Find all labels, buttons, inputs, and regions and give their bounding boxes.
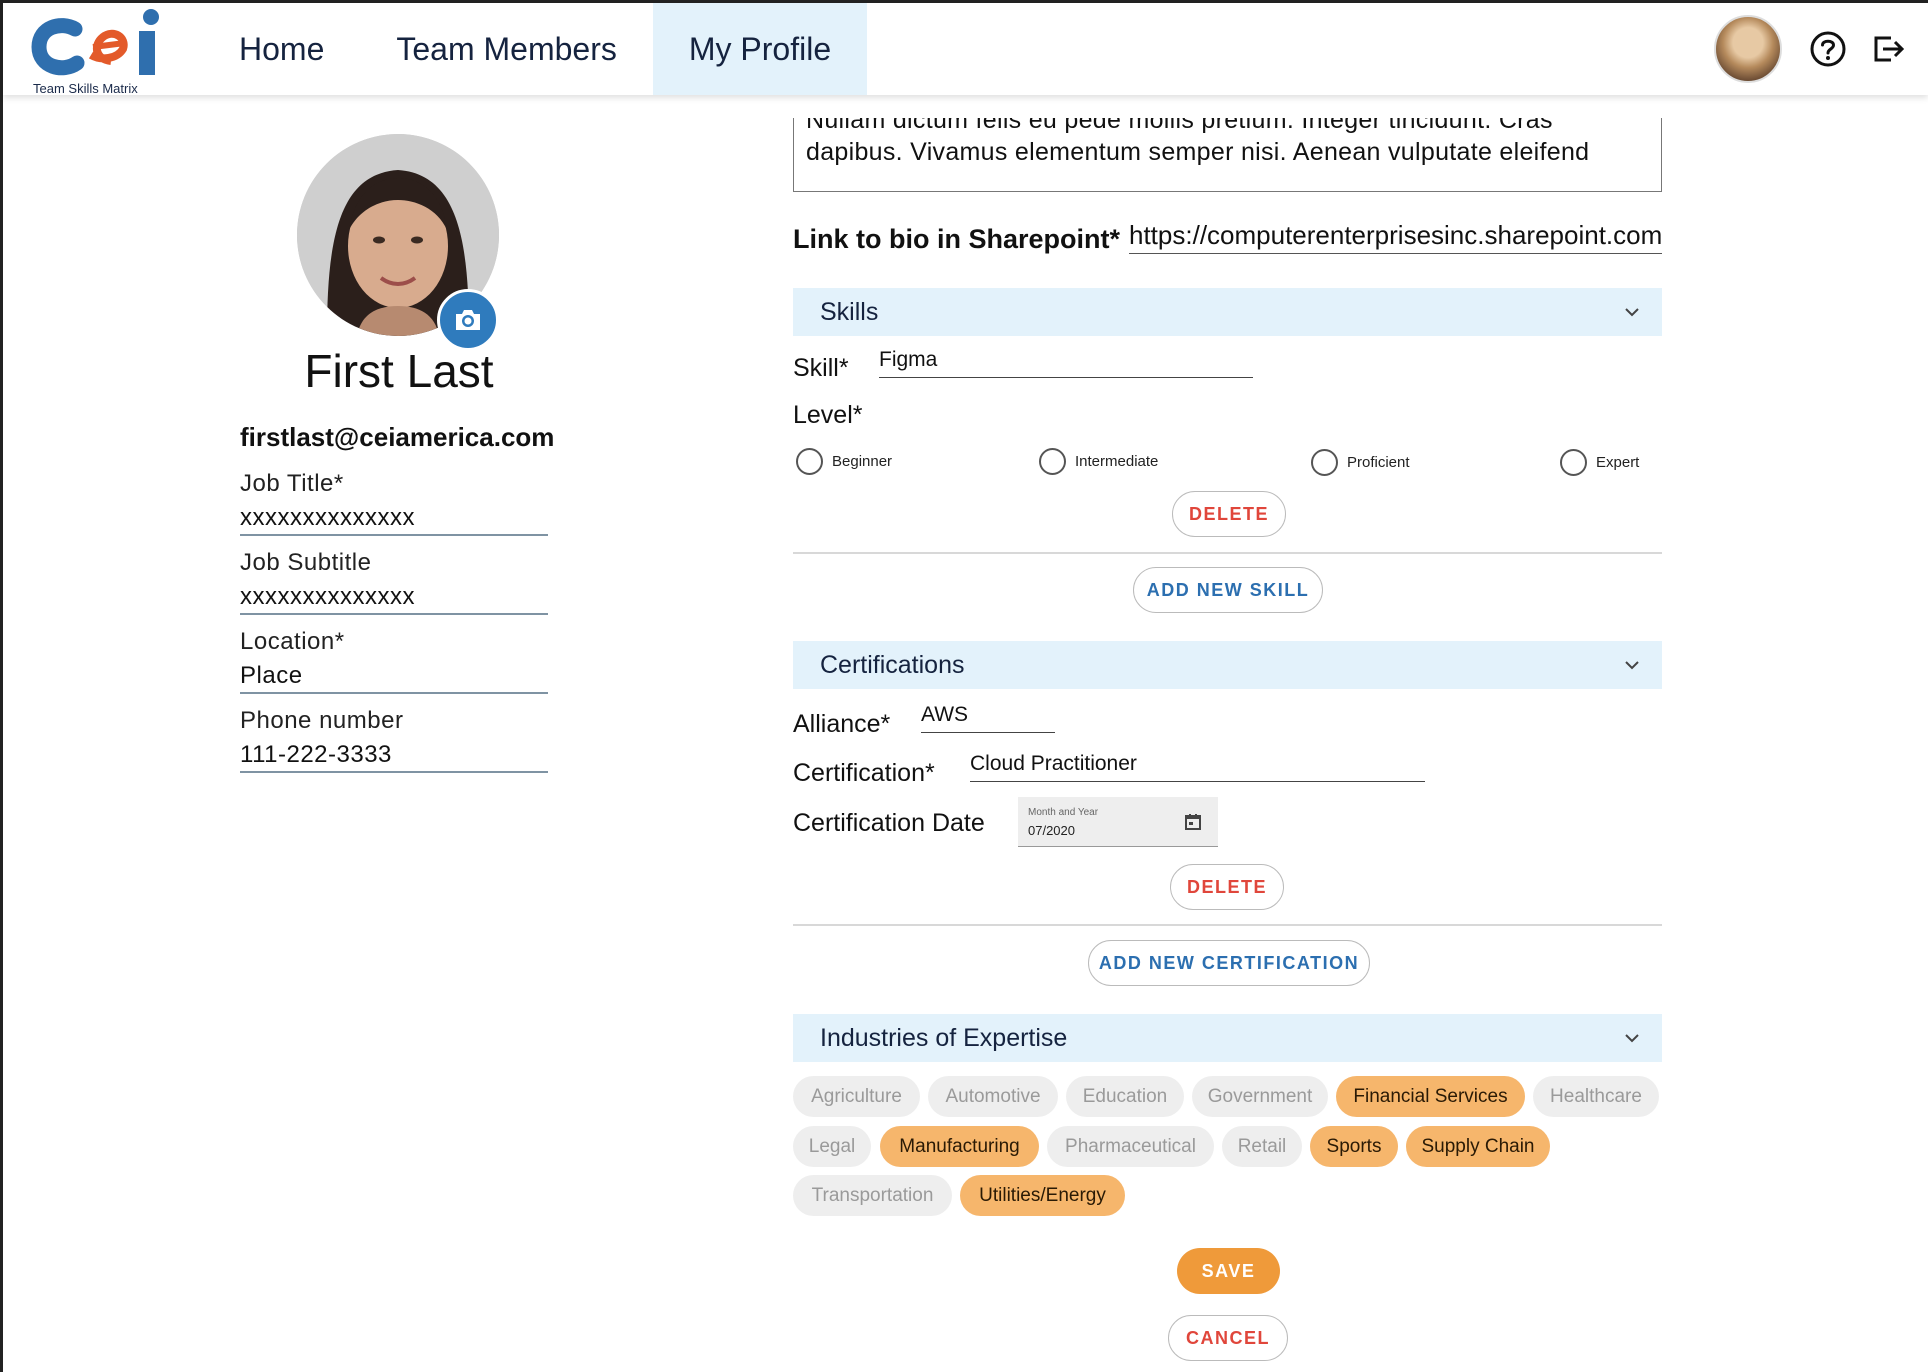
skills-title: Skills xyxy=(820,297,879,326)
radio-label: Proficient xyxy=(1347,454,1410,471)
location-field[interactable]: Location* Place xyxy=(240,628,548,694)
radio-circle xyxy=(1311,449,1338,476)
radio-label: Beginner xyxy=(832,453,893,470)
main-nav: Home Team Members My Profile xyxy=(203,3,868,95)
certification-date-picker[interactable]: Month and Year 07/2020 xyxy=(1018,797,1218,847)
profile-email: firstlast@ceiamerica.com xyxy=(240,422,555,452)
chip-agriculture[interactable]: Agriculture xyxy=(793,1076,920,1117)
nav-home[interactable]: Home xyxy=(203,3,360,95)
bio-textarea[interactable]: Nullam dictum felis eu pede mollis preti… xyxy=(793,118,1662,192)
camera-icon xyxy=(456,310,480,330)
chip-legal[interactable]: Legal xyxy=(793,1126,871,1167)
delete-certification-button[interactable]: DELETE xyxy=(1170,864,1284,910)
user-avatar[interactable] xyxy=(1714,15,1782,83)
chip-manufacturing[interactable]: Manufacturing xyxy=(880,1126,1039,1167)
date-caption: Month and Year xyxy=(1028,807,1099,818)
certifications-title: Certifications xyxy=(820,650,965,679)
chip-transportation[interactable]: Transportation xyxy=(793,1175,952,1216)
add-certification-button[interactable]: ADD NEW CERTIFICATION xyxy=(1088,940,1370,986)
skills-divider xyxy=(793,552,1662,554)
chip-sports[interactable]: Sports xyxy=(1310,1126,1398,1167)
nav-team-members[interactable]: Team Members xyxy=(360,3,653,95)
industries-section-header[interactable]: Industries of Expertise xyxy=(793,1014,1662,1062)
job-title-value[interactable]: xxxxxxxxxxxxxx xyxy=(240,504,548,534)
job-subtitle-label: Job Subtitle xyxy=(240,549,372,576)
job-subtitle-field[interactable]: Job Subtitle xxxxxxxxxxxxxx xyxy=(240,549,548,615)
change-photo-button[interactable] xyxy=(437,289,499,351)
logo-subtitle: Team Skills Matrix xyxy=(33,81,138,96)
chevron-down-icon xyxy=(1625,308,1639,317)
chip-supply-chain[interactable]: Supply Chain xyxy=(1406,1126,1550,1167)
save-button[interactable]: SAVE xyxy=(1177,1248,1280,1294)
chip-automotive[interactable]: Automotive xyxy=(928,1076,1058,1117)
level-radio-proficient[interactable]: Proficient xyxy=(1311,449,1410,476)
radio-circle xyxy=(1560,449,1587,476)
cei-logo-mark xyxy=(31,9,159,76)
level-radio-expert[interactable]: Expert xyxy=(1560,449,1639,476)
level-label: Level* xyxy=(793,401,863,429)
level-radio-intermediate[interactable]: Intermediate xyxy=(1039,448,1158,475)
chip-government[interactable]: Government xyxy=(1192,1076,1328,1117)
skills-section-header[interactable]: Skills xyxy=(793,288,1662,336)
cei-logo[interactable]: Team Skills Matrix xyxy=(31,7,171,97)
chip-pharmaceutical[interactable]: Pharmaceutical xyxy=(1047,1126,1214,1167)
sharepoint-label: Link to bio in Sharepoint* xyxy=(793,224,1120,254)
level-radio-beginner[interactable]: Beginner xyxy=(796,448,892,475)
add-skill-button[interactable]: ADD NEW SKILL xyxy=(1133,567,1323,613)
date-value: 07/2020 xyxy=(1028,823,1075,838)
phone-value[interactable]: 111-222-3333 xyxy=(240,741,548,771)
nav-my-profile[interactable]: My Profile xyxy=(652,3,868,95)
location-value[interactable]: Place xyxy=(240,662,548,692)
certification-input[interactable]: Cloud Practitioner xyxy=(970,752,1425,782)
calendar-icon[interactable] xyxy=(1184,813,1202,831)
chip-retail[interactable]: Retail xyxy=(1222,1126,1302,1167)
skill-label: Skill* xyxy=(793,354,849,382)
job-subtitle-value[interactable]: xxxxxxxxxxxxxx xyxy=(240,583,548,613)
delete-skill-button[interactable]: DELETE xyxy=(1172,491,1286,537)
certification-date-label: Certification Date xyxy=(793,809,985,837)
radio-circle xyxy=(796,448,823,475)
alliance-label: Alliance* xyxy=(793,710,891,738)
location-label: Location* xyxy=(240,628,345,655)
skill-input[interactable]: Figma xyxy=(879,348,1253,378)
top-header: Team Skills Matrix Home Team Members My … xyxy=(3,3,1928,97)
chevron-down-icon xyxy=(1625,661,1639,670)
profile-name: First Last xyxy=(304,345,494,397)
certification-label: Certification* xyxy=(793,759,935,787)
sharepoint-input[interactable]: https://computerenterprisesinc.sharepoin… xyxy=(1129,220,1662,254)
bio-text: Nullam dictum felis eu pede mollis preti… xyxy=(806,118,1590,166)
logout-icon[interactable] xyxy=(1868,29,1908,69)
phone-label: Phone number xyxy=(240,707,404,734)
radio-label: Intermediate xyxy=(1075,453,1159,470)
job-title-field[interactable]: Job Title* xxxxxxxxxxxxxx xyxy=(240,470,548,536)
chip-financial-services[interactable]: Financial Services xyxy=(1336,1076,1525,1117)
help-icon[interactable] xyxy=(1808,29,1848,69)
header-actions xyxy=(1714,3,1928,95)
chevron-down-icon xyxy=(1625,1034,1639,1043)
chip-education[interactable]: Education xyxy=(1066,1076,1184,1117)
certifications-divider xyxy=(793,924,1662,926)
radio-label: Expert xyxy=(1596,454,1640,471)
radio-circle xyxy=(1039,448,1066,475)
chip-healthcare[interactable]: Healthcare xyxy=(1533,1076,1659,1117)
industries-title: Industries of Expertise xyxy=(820,1023,1068,1052)
chip-utilities-energy[interactable]: Utilities/Energy xyxy=(960,1175,1125,1216)
phone-field[interactable]: Phone number 111-222-3333 xyxy=(240,707,548,773)
alliance-input[interactable]: AWS xyxy=(921,703,1055,733)
cancel-button[interactable]: CANCEL xyxy=(1168,1315,1288,1361)
job-title-label: Job Title* xyxy=(240,470,344,497)
certifications-section-header[interactable]: Certifications xyxy=(793,641,1662,689)
